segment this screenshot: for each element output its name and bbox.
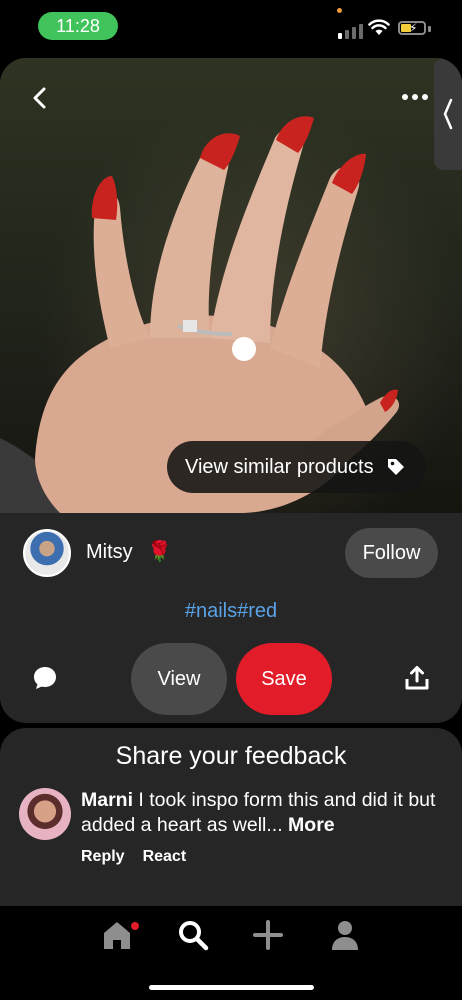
- save-button[interactable]: Save: [236, 643, 332, 715]
- chevron-left-icon: [443, 98, 453, 130]
- pin-card: View similar products Mitsy 🌹 Follow #na…: [0, 58, 462, 723]
- pin-image[interactable]: View similar products: [0, 58, 462, 513]
- home-indicator: [149, 985, 314, 990]
- search-icon[interactable]: [176, 918, 210, 952]
- view-label: View: [157, 667, 201, 690]
- notification-dot: [131, 922, 139, 930]
- react-link[interactable]: React: [143, 848, 187, 866]
- chevron-left-icon[interactable]: [26, 84, 54, 112]
- plus-icon[interactable]: [251, 918, 285, 952]
- feedback-title: Share your feedback: [115, 742, 347, 770]
- author-row: Mitsy 🌹 Follow: [0, 523, 462, 583]
- reply-link[interactable]: Reply: [81, 848, 125, 866]
- comment-author[interactable]: Marni: [81, 789, 133, 811]
- rose-emoji: 🌹: [147, 541, 172, 563]
- privacy-indicator-dot: [337, 8, 342, 13]
- follow-button[interactable]: Follow: [345, 528, 438, 578]
- home-icon[interactable]: [100, 918, 134, 952]
- tag-icon: [387, 459, 404, 475]
- comment-actions: Reply React: [81, 848, 186, 866]
- more-horizontal-icon[interactable]: [402, 94, 428, 100]
- view-button[interactable]: View: [131, 643, 227, 715]
- commenter-avatar[interactable]: [19, 788, 71, 840]
- pin-hashtags[interactable]: #nails#red: [0, 600, 462, 623]
- comment-icon[interactable]: [32, 665, 58, 691]
- comment-body: I took inspo form this and did it but ad…: [81, 789, 436, 836]
- battery-tip: [428, 26, 431, 32]
- wifi-icon: [368, 19, 390, 35]
- comment-more-link[interactable]: More: [283, 814, 335, 836]
- share-icon[interactable]: [404, 665, 430, 691]
- profile-icon[interactable]: [328, 918, 362, 952]
- pin-action-row: View Save: [0, 643, 462, 715]
- save-label: Save: [261, 667, 307, 690]
- comment-text: Marni I took inspo form this and did it …: [81, 788, 441, 838]
- author-name[interactable]: Mitsy: [86, 541, 133, 564]
- battery-icon: ⚡: [398, 21, 426, 35]
- cellular-signal-icon: [338, 24, 363, 39]
- feedback-card: Share your feedback Marni I took inspo f…: [0, 728, 462, 906]
- status-bar: 11:28 ⚡: [0, 0, 462, 52]
- follow-label: Follow: [362, 541, 421, 564]
- view-similar-products-button[interactable]: View similar products: [167, 441, 426, 493]
- view-similar-products-label: View similar products: [185, 455, 374, 478]
- time-pill: 11:28: [38, 12, 118, 40]
- author-avatar[interactable]: [23, 529, 71, 577]
- status-time: 11:28: [56, 15, 100, 36]
- product-hotspot[interactable]: [232, 337, 256, 361]
- side-panel-tab[interactable]: [434, 58, 462, 170]
